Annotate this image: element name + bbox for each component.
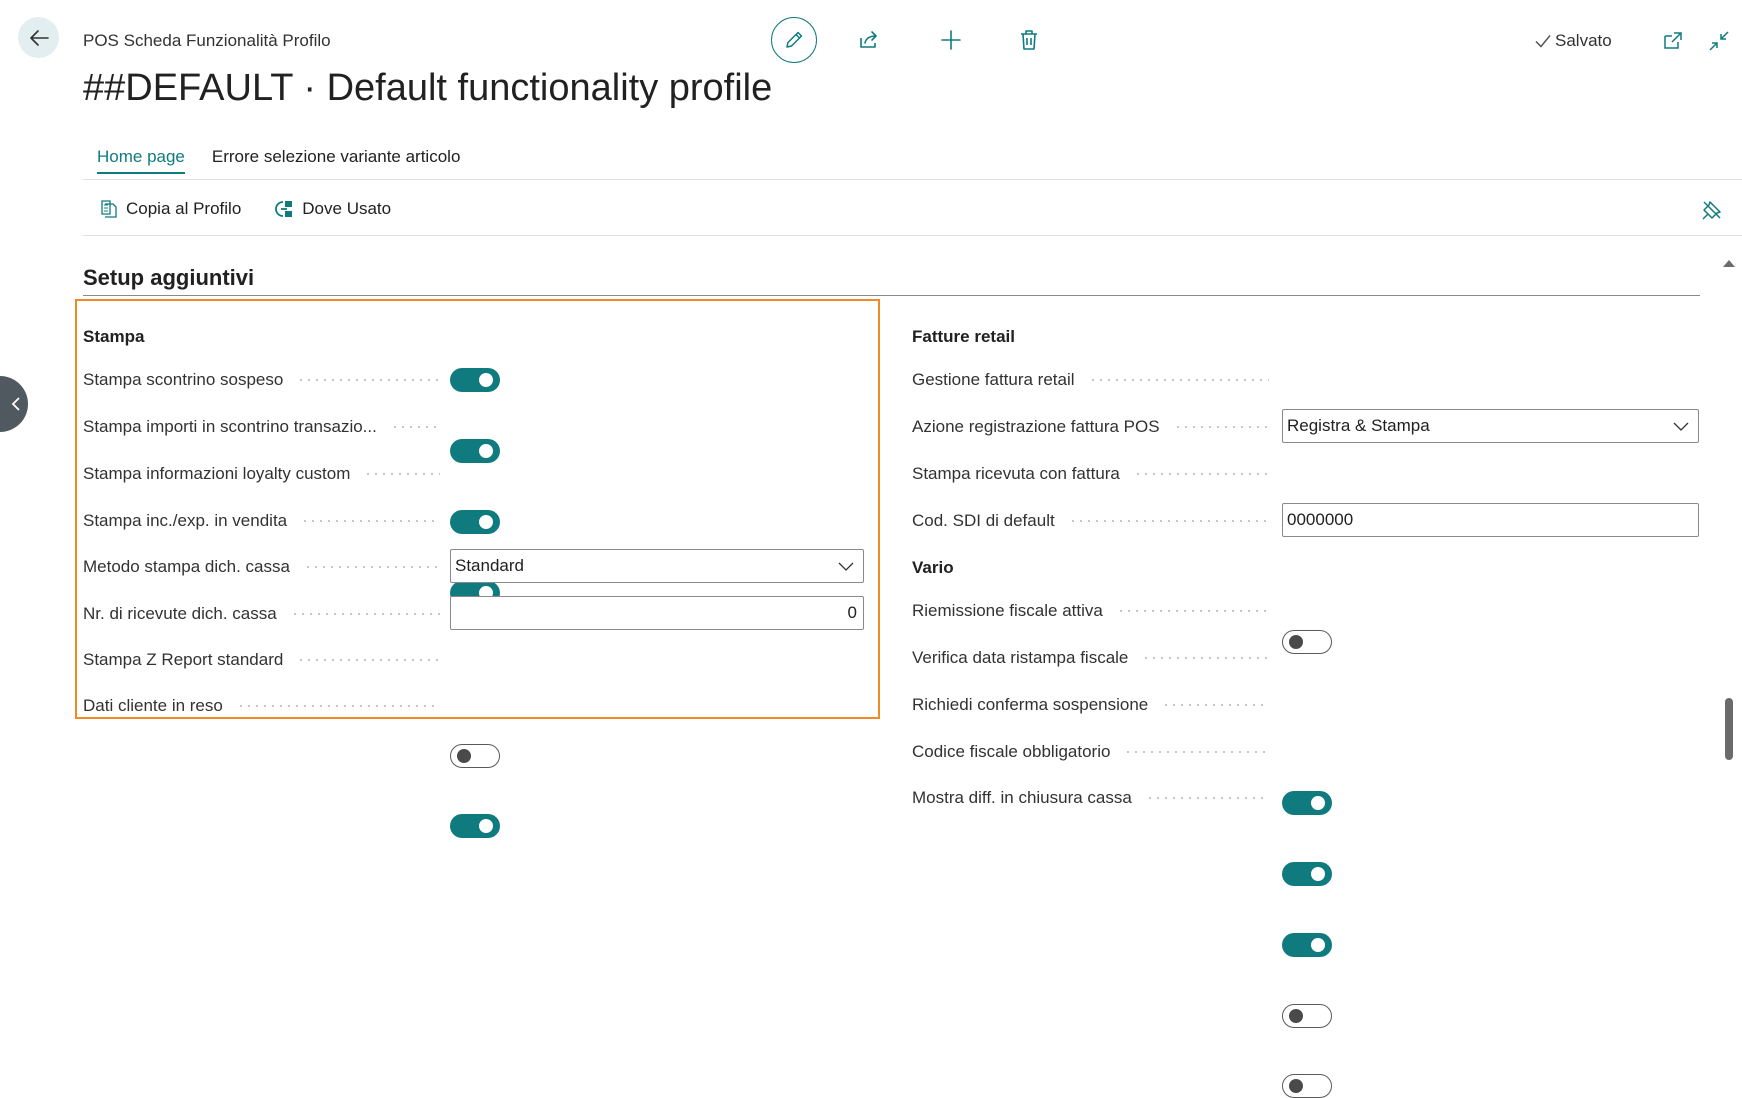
field-label: Stampa Z Report standard	[83, 648, 448, 672]
select-value: Registra & Stampa	[1287, 416, 1430, 435]
pencil-icon	[786, 31, 803, 48]
field-label: Nr. di ricevute dich. cassa	[83, 602, 448, 626]
trash-icon	[1021, 30, 1037, 50]
action-bar: Copia al Profilo Dove Usato	[99, 199, 391, 219]
where-used-icon	[275, 201, 293, 217]
saved-status: Salvato	[1534, 31, 1612, 51]
group-title-stampa: Stampa	[83, 327, 145, 346]
copy-profile-icon	[101, 200, 117, 218]
open-new-window-button[interactable]	[1658, 26, 1688, 56]
chevron-left-icon	[11, 397, 20, 411]
field-label: Azione registrazione fattura POS	[912, 415, 1277, 439]
riemissione-fiscale-toggle[interactable]	[1282, 791, 1332, 815]
field-label: Stampa informazioni loyalty custom	[83, 462, 448, 486]
field-label: Richiedi conferma sospensione	[912, 693, 1277, 717]
chevron-down-icon	[1673, 422, 1689, 431]
metodo-stampa-select[interactable]: Standard	[450, 549, 864, 583]
tab-bar: Home page Errore selezione variante arti…	[97, 147, 460, 174]
new-button[interactable]	[936, 25, 966, 55]
richiedi-conferma-toggle[interactable]	[1282, 933, 1332, 957]
checkmark-icon	[1535, 35, 1551, 48]
codice-fiscale-toggle[interactable]	[1282, 1004, 1332, 1028]
field-label: Stampa importi in scontrino transazio...	[83, 415, 448, 439]
field-label: Stampa inc./exp. in vendita	[83, 509, 448, 533]
delete-button[interactable]	[1014, 25, 1044, 55]
pin-button[interactable]	[1697, 195, 1727, 225]
tab-errore-selezione-variante[interactable]: Errore selezione variante articolo	[212, 147, 461, 174]
field-label: Dati cliente in reso	[83, 694, 448, 718]
field-label: Cod. SDI di default	[912, 509, 1277, 533]
mostra-diff-toggle[interactable]	[1282, 1074, 1332, 1098]
field-label: Riemissione fiscale attiva	[912, 599, 1277, 623]
divider	[83, 179, 1742, 180]
verifica-data-ristampa-toggle[interactable]	[1282, 862, 1332, 886]
collapse-icon	[1709, 31, 1729, 51]
scroll-up-arrow[interactable]	[1722, 255, 1736, 273]
unpin-icon	[1702, 201, 1721, 220]
select-value: Standard	[455, 556, 524, 575]
dati-cliente-reso-toggle[interactable]	[450, 814, 500, 838]
field-label: Gestione fattura retail	[912, 368, 1277, 392]
divider	[83, 235, 1742, 236]
collapse-button[interactable]	[1704, 26, 1734, 56]
field-label: Mostra diff. in chiusura cassa	[912, 786, 1277, 810]
where-used-label: Dove Usato	[302, 199, 392, 218]
share-icon	[860, 31, 877, 48]
azione-registrazione-select[interactable]: Registra & Stampa	[1282, 409, 1699, 443]
copy-profile-label: Copia al Profilo	[126, 199, 242, 218]
stampa-loyalty-toggle[interactable]	[450, 510, 500, 534]
scrollbar-thumb[interactable]	[1725, 698, 1733, 760]
triangle-up-icon	[1723, 260, 1735, 267]
chevron-down-icon	[838, 562, 854, 571]
saved-label: Salvato	[1555, 31, 1612, 50]
section-divider	[83, 295, 1700, 296]
where-used-button[interactable]: Dove Usato	[273, 199, 391, 219]
section-title: Setup aggiuntivi	[83, 265, 255, 290]
arrow-left-icon	[29, 29, 49, 46]
stampa-z-report-toggle[interactable]	[450, 744, 500, 768]
open-in-new-window-icon	[1664, 32, 1682, 49]
tab-home-page[interactable]: Home page	[97, 147, 185, 174]
group-title-fatture-retail: Fatture retail	[912, 327, 1015, 346]
page-title: ##DEFAULT · Default functionality profil…	[83, 67, 773, 109]
stampa-scontrino-sospeso-toggle[interactable]	[450, 368, 500, 392]
field-label: Verifica data ristampa fiscale	[912, 646, 1277, 670]
field-label: Stampa ricevuta con fattura	[912, 462, 1277, 486]
stampa-ricevuta-fattura-toggle[interactable]	[1282, 630, 1332, 654]
side-panel-toggle[interactable]	[0, 376, 28, 432]
cod-sdi-input[interactable]: 0000000	[1282, 503, 1699, 537]
nr-ricevute-input[interactable]: 0	[450, 596, 864, 630]
field-label: Metodo stampa dich. cassa	[83, 555, 448, 579]
field-label: Codice fiscale obbligatorio	[912, 740, 1277, 764]
copy-profile-button[interactable]: Copia al Profilo	[99, 199, 241, 219]
plus-icon	[941, 30, 961, 50]
breadcrumb: POS Scheda Funzionalità Profilo	[83, 31, 331, 50]
stampa-importi-toggle[interactable]	[450, 439, 500, 463]
field-label: Stampa scontrino sospeso	[83, 368, 448, 392]
edit-button[interactable]	[771, 17, 817, 63]
share-button[interactable]	[854, 25, 884, 55]
back-button[interactable]	[18, 17, 59, 58]
group-title-vario: Vario	[912, 558, 954, 577]
